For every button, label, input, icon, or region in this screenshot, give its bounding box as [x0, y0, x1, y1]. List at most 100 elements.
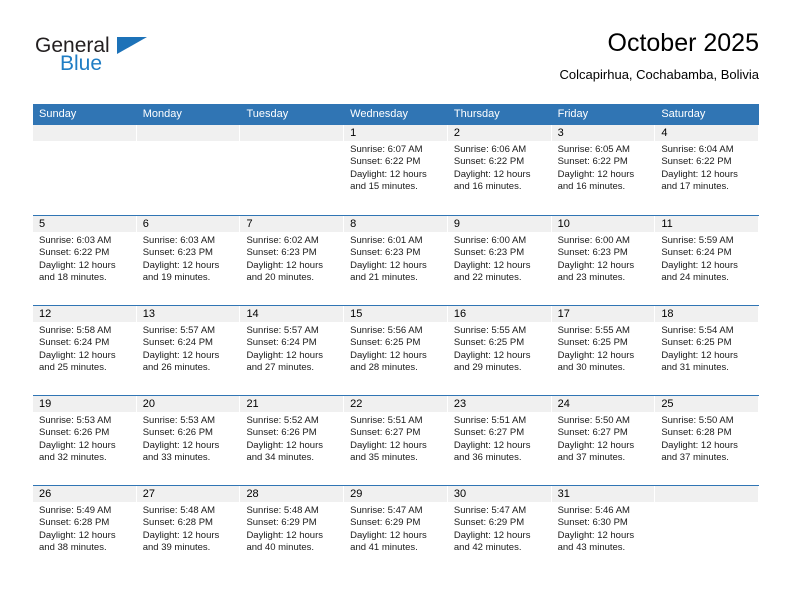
calendar-day-cell[interactable]: 21 Sunrise: 5:52 AM Sunset: 6:26 PM Dayligh…	[240, 396, 345, 485]
daylight-text-line2: and 33 minutes.	[142, 452, 211, 464]
triangle-icon	[117, 37, 147, 54]
sunrise-text: Sunrise: 6:01 AM	[350, 235, 423, 246]
weekday-header-monday: Monday	[142, 108, 182, 120]
daylight-text-line1: Daylight: 12 hours	[557, 529, 635, 541]
calendar-day-cell[interactable]: 20 Sunrise: 5:53 AM Sunset: 6:26 PM Dayligh…	[136, 396, 241, 485]
calendar-day-cell[interactable]: 17 Sunrise: 5:55 AM Sunset: 6:25 PM Dayligh…	[551, 306, 656, 395]
calendar-day-cell[interactable]: 3 Sunrise: 6:05 AM Sunset: 6:22 PM Daylight…	[551, 125, 656, 215]
sunset-text: Sunset: 6:24 PM	[142, 337, 213, 349]
day-number	[136, 125, 240, 141]
daylight-text-line2: and 16 minutes.	[453, 181, 522, 193]
calendar-day-cell[interactable]: 24 Sunrise: 5:50 AM Sunset: 6:27 PM Dayligh…	[551, 396, 656, 485]
day-number: 2	[447, 125, 551, 141]
sunrise-text: Sunrise: 6:06 AM	[453, 144, 527, 155]
sunrise-text: Sunrise: 6:07 AM	[350, 144, 423, 155]
sunset-text: Sunset: 6:30 PM	[557, 517, 628, 529]
daylight-text-line2: and 34 minutes.	[246, 452, 315, 464]
sunrise-text: Sunrise: 5:50 AM	[661, 415, 734, 426]
day-sun-info: Sunrise: 5:52 AM Sunset: 6:26 PM Daylight:…	[240, 412, 343, 465]
calendar-day-cell[interactable]: 18 Sunrise: 5:54 AM Sunset: 6:25 PM Dayligh…	[655, 306, 760, 395]
daylight-text-line2: and 22 minutes.	[453, 272, 522, 284]
calendar-day-cell[interactable]: 9 Sunrise: 6:00 AM Sunset: 6:23 PM Daylight…	[447, 216, 552, 305]
daylight-text-line1: Daylight: 12 hours	[246, 349, 324, 361]
calendar-week-row: 5 Sunrise: 6:03 AM Sunset: 6:22 PM Daylight…	[33, 215, 760, 305]
daylight-text-line2: and 26 minutes.	[142, 362, 211, 374]
sunset-text: Sunset: 6:25 PM	[661, 337, 732, 349]
daylight-text-line2: and 43 minutes.	[557, 542, 626, 554]
day-number: 22	[344, 396, 447, 412]
daylight-text-line2: and 30 minutes.	[557, 362, 626, 374]
day-number: 25	[655, 396, 759, 412]
general-blue-logo[interactable]: General Blue	[33, 34, 213, 86]
daylight-text-line2: and 37 minutes.	[661, 452, 729, 464]
calendar-day-cell[interactable]: 25 Sunrise: 5:50 AM Sunset: 6:28 PM Dayligh…	[655, 396, 760, 485]
day-sun-info: Sunrise: 5:48 AM Sunset: 6:28 PM Daylight:…	[137, 502, 240, 555]
calendar-day-cell[interactable]: 19 Sunrise: 5:53 AM Sunset: 6:26 PM Dayligh…	[33, 396, 137, 485]
calendar-day-cell[interactable]: 8 Sunrise: 6:01 AM Sunset: 6:23 PM Daylight…	[344, 216, 448, 305]
calendar-day-cell[interactable]: 23 Sunrise: 5:51 AM Sunset: 6:27 PM Dayligh…	[447, 396, 552, 485]
daylight-text-line1: Daylight: 12 hours	[661, 439, 738, 451]
calendar-day-cell[interactable]: 13 Sunrise: 5:57 AM Sunset: 6:24 PM Dayligh…	[136, 306, 241, 395]
sunset-text: Sunset: 6:28 PM	[661, 427, 732, 439]
daylight-text-line1: Daylight: 12 hours	[142, 439, 220, 451]
sunrise-text: Sunrise: 5:48 AM	[142, 505, 216, 516]
calendar-day-cell[interactable]: 1 Sunrise: 6:07 AM Sunset: 6:22 PM Daylight…	[344, 125, 448, 215]
calendar-day-cell[interactable]: 26 Sunrise: 5:49 AM Sunset: 6:28 PM Dayligh…	[33, 486, 137, 575]
calendar-day-cell[interactable]: 4 Sunrise: 6:04 AM Sunset: 6:22 PM Daylight…	[655, 125, 760, 215]
daylight-text-line2: and 23 minutes.	[557, 272, 626, 284]
day-number: 10	[551, 216, 655, 232]
daylight-text-line2: and 39 minutes.	[142, 542, 211, 554]
sunrise-text: Sunrise: 5:53 AM	[39, 415, 112, 426]
day-sun-info: Sunrise: 6:07 AM Sunset: 6:22 PM Daylight:…	[344, 141, 447, 194]
sunset-text: Sunset: 6:24 PM	[246, 337, 317, 349]
day-number: 17	[551, 306, 655, 322]
weekday-header-friday: Friday	[557, 108, 589, 120]
day-sun-info: Sunrise: 6:01 AM Sunset: 6:23 PM Daylight:…	[344, 232, 447, 285]
day-sun-info: Sunrise: 5:51 AM Sunset: 6:27 PM Daylight:…	[448, 412, 551, 465]
logo-text-blue: Blue	[60, 52, 103, 75]
calendar-day-cell[interactable]: 31 Sunrise: 5:46 AM Sunset: 6:30 PM Dayligh…	[551, 486, 656, 575]
calendar-day-cell[interactable]: 29 Sunrise: 5:47 AM Sunset: 6:29 PM Dayligh…	[344, 486, 448, 575]
sunrise-text: Sunrise: 5:51 AM	[350, 415, 423, 426]
sunset-text: Sunset: 6:26 PM	[142, 427, 213, 439]
calendar-day-cell[interactable]: 2 Sunrise: 6:06 AM Sunset: 6:22 PM Daylight…	[447, 125, 552, 215]
day-number: 1	[344, 125, 447, 141]
day-sun-info: Sunrise: 6:04 AM Sunset: 6:22 PM Daylight:…	[655, 141, 758, 194]
calendar-day-cell[interactable]: 10 Sunrise: 6:00 AM Sunset: 6:23 PM Dayligh…	[551, 216, 656, 305]
calendar-day-cell[interactable]: 12 Sunrise: 5:58 AM Sunset: 6:24 PM Dayligh…	[33, 306, 137, 395]
daylight-text-line1: Daylight: 12 hours	[557, 168, 635, 180]
calendar-day-cell[interactable]: 6 Sunrise: 6:03 AM Sunset: 6:23 PM Daylight…	[136, 216, 241, 305]
daylight-text-line1: Daylight: 12 hours	[246, 529, 324, 541]
calendar-day-cell[interactable]: 22 Sunrise: 5:51 AM Sunset: 6:27 PM Dayligh…	[344, 396, 448, 485]
sunrise-text: Sunrise: 6:02 AM	[246, 235, 319, 246]
calendar-day-cell[interactable]: 27 Sunrise: 5:48 AM Sunset: 6:28 PM Dayligh…	[136, 486, 241, 575]
daylight-text-line2: and 18 minutes.	[39, 272, 107, 284]
daylight-text-line2: and 40 minutes.	[246, 542, 315, 554]
daylight-text-line2: and 37 minutes.	[557, 452, 626, 464]
page-title: October 2025	[607, 29, 760, 57]
day-number	[240, 125, 344, 141]
daylight-text-line2: and 31 minutes.	[661, 362, 729, 374]
daylight-text-line1: Daylight: 12 hours	[350, 529, 427, 541]
sunset-text: Sunset: 6:22 PM	[350, 156, 421, 168]
calendar-day-cell[interactable]: 7 Sunrise: 6:02 AM Sunset: 6:23 PM Daylight…	[240, 216, 345, 305]
daylight-text-line1: Daylight: 12 hours	[142, 529, 220, 541]
calendar-day-cell[interactable]: 16 Sunrise: 5:55 AM Sunset: 6:25 PM Dayligh…	[447, 306, 552, 395]
calendar-day-cell[interactable]: 28 Sunrise: 5:48 AM Sunset: 6:29 PM Dayligh…	[240, 486, 345, 575]
calendar-day-cell[interactable]: 15 Sunrise: 5:56 AM Sunset: 6:25 PM Dayligh…	[344, 306, 448, 395]
sunrise-text: Sunrise: 5:47 AM	[350, 505, 423, 516]
day-sun-info: Sunrise: 5:57 AM Sunset: 6:24 PM Daylight:…	[240, 322, 343, 375]
day-sun-info: Sunrise: 6:00 AM Sunset: 6:23 PM Daylight:…	[552, 232, 655, 285]
daylight-text-line1: Daylight: 12 hours	[661, 349, 738, 361]
day-sun-info: Sunrise: 6:05 AM Sunset: 6:22 PM Daylight:…	[552, 141, 655, 194]
daylight-text-line2: and 24 minutes.	[661, 272, 729, 284]
daylight-text-line2: and 16 minutes.	[557, 181, 626, 193]
daylight-text-line1: Daylight: 12 hours	[453, 259, 531, 271]
calendar-day-cell[interactable]: 11 Sunrise: 5:59 AM Sunset: 6:24 PM Dayligh…	[655, 216, 760, 305]
calendar-day-cell[interactable]: 14 Sunrise: 5:57 AM Sunset: 6:24 PM Dayligh…	[240, 306, 345, 395]
calendar-day-cell[interactable]: 5 Sunrise: 6:03 AM Sunset: 6:22 PM Daylight…	[33, 216, 137, 305]
daylight-text-line2: and 38 minutes.	[39, 542, 107, 554]
calendar-day-cell[interactable]: 30 Sunrise: 5:47 AM Sunset: 6:29 PM Dayligh…	[447, 486, 552, 575]
day-sun-info: Sunrise: 6:03 AM Sunset: 6:23 PM Daylight:…	[137, 232, 240, 285]
daylight-text-line1: Daylight: 12 hours	[350, 168, 427, 180]
